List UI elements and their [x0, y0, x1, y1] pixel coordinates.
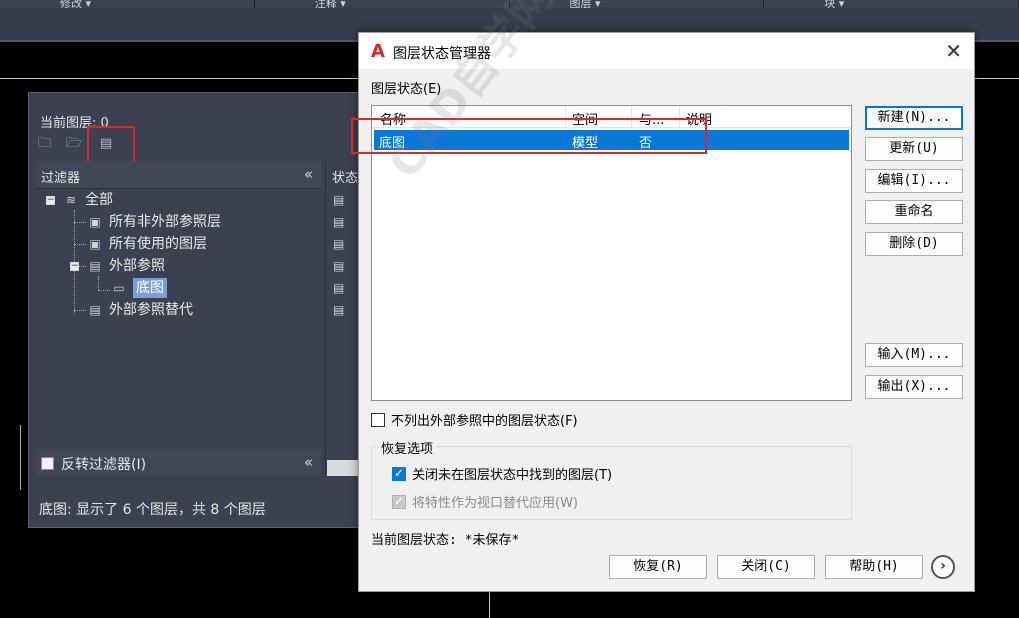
xref-drawing-icon: ▭ [113, 281, 125, 295]
ribbon-panel-block[interactable]: 块 ▾ [764, 0, 1019, 8]
current-layer-state: 当前图层状态: *未保存* [371, 533, 520, 548]
turn-off-not-found-option[interactable]: 关闭未在图层状态中找到的图层(T) [392, 464, 612, 483]
tree-item-used[interactable]: ▣ 所有使用的图层 [86, 234, 207, 254]
ribbon-panel-modify[interactable]: 修改 ▾ [0, 0, 255, 8]
xref-filter-icon: ▤ [89, 259, 101, 273]
dialog-title: 图层状态管理器 [393, 46, 491, 62]
tree-item-xref-override[interactable]: ▤ 外部参照替代 [86, 300, 193, 320]
filter-folder-icon: ▣ [89, 215, 101, 229]
help-button[interactable]: 帮助(H) [825, 555, 923, 579]
import-button[interactable]: 输入(M)... [865, 343, 963, 367]
more-options-icon[interactable]: › [931, 555, 955, 579]
turn-off-not-found-label: 关闭未在图层状态中找到的图层(T) [412, 468, 613, 483]
invert-filter-label: 反转过滤器(I) [61, 457, 147, 473]
restore-options-group: 恢复选项 关闭未在图层状态中找到的图层(T) 将特性作为视口替代应用(W) [371, 438, 852, 520]
layer-states-manager-dialog: A 图层状态管理器 ✕ 图层状态(E) 名称 空间 与... 说明 底图 模型 … [351, 32, 975, 592]
tree-item-xref-label: 外部参照 [109, 258, 165, 274]
tree-connector [98, 276, 99, 290]
filter-header-label: 过滤器 [41, 171, 81, 186]
invert-filter-checkbox[interactable] [41, 457, 54, 470]
drawing-line [489, 590, 490, 618]
filter-header: 过滤器 « [36, 161, 321, 189]
layer-status-icon: ▤ [333, 303, 345, 317]
dialog-titlebar: A 图层状态管理器 ✕ [359, 33, 974, 69]
tree-connector [74, 244, 86, 245]
drawing-line [20, 425, 21, 490]
export-button[interactable]: 输出(X)... [865, 375, 963, 399]
tree-item-xref[interactable]: ▤ 外部参照 [86, 256, 165, 276]
new-button[interactable]: 新建(N)... [865, 106, 963, 130]
tree-item-xref-child[interactable]: ▭ 底图 [110, 278, 167, 298]
ribbon-panel-layers[interactable]: 图层 ▾ [510, 0, 765, 8]
turn-off-not-found-checkbox[interactable] [392, 466, 406, 481]
delete-button[interactable]: 删除(D) [865, 232, 963, 256]
close-icon[interactable]: ✕ [945, 39, 962, 63]
filter-folder-icon: ▣ [89, 237, 101, 251]
new-property-filter-icon[interactable]: 🗀 [38, 137, 56, 151]
tree-collapse-all-toggle[interactable]: − [46, 196, 55, 205]
layer-properties-palette: 当前图层: 0 🗀 🗁 ▤ 过滤器 « − ≋ 全部 ▣ 所有非外部参照层 ▣ … [28, 92, 369, 528]
tree-collapse-xref-toggle[interactable]: − [70, 262, 79, 271]
restore-button[interactable]: 恢复(R) [609, 555, 707, 579]
layer-status-icon: ▤ [333, 193, 345, 207]
filter-tree: − ≋ 全部 ▣ 所有非外部参照层 ▣ 所有使用的图层 − ▤ 外部参照 ▭ 底… [36, 190, 321, 446]
restore-options-title: 恢复选项 [378, 438, 437, 457]
invert-filter-row: 反转过滤器(I) « [36, 449, 321, 477]
tree-connector [98, 290, 110, 291]
layer-status-icon: ▤ [333, 237, 345, 251]
layer-status-icon: ▤ [333, 281, 345, 295]
dont-list-xref-option[interactable]: 不列出外部参照中的图层状态(F) [371, 410, 578, 429]
highlight-box-row [351, 118, 707, 154]
tree-item-all-label: 全部 [85, 192, 113, 208]
autocad-logo-icon: A [371, 41, 385, 62]
close-button[interactable]: 关闭(C) [717, 555, 815, 579]
viewport-override-option: 将特性作为视口替代应用(W) [392, 492, 578, 511]
ribbon-panel-annotate[interactable]: 注释 ▾ [255, 0, 510, 8]
viewport-override-checkbox [392, 494, 406, 509]
tree-item-used-label: 所有使用的图层 [109, 236, 207, 252]
collapse-filter-icon[interactable]: « [304, 165, 313, 183]
ribbon-panel-titles: 修改 ▾ 注释 ▾ 图层 ▾ 块 ▾ [0, 0, 1019, 8]
rename-button[interactable]: 重命名 [865, 200, 963, 224]
dont-list-xref-checkbox[interactable] [371, 412, 385, 427]
viewport-override-label: 将特性作为视口替代应用(W) [412, 496, 578, 511]
layers-stack-icon: ≋ [65, 193, 77, 207]
update-button[interactable]: 更新(U) [865, 137, 963, 161]
new-group-filter-icon[interactable]: 🗁 [66, 137, 84, 151]
layer-status-icon: ▤ [333, 259, 345, 273]
layer-states-label: 图层状态(E) [371, 82, 442, 97]
collapse-filter-icon[interactable]: « [304, 453, 313, 471]
status-header: 状态 [332, 171, 359, 186]
tree-connector [74, 222, 86, 223]
layer-status-icon: ▤ [333, 215, 345, 229]
tree-connector [74, 310, 86, 311]
dont-list-xref-label: 不列出外部参照中的图层状态(F) [391, 414, 578, 429]
tree-item-non-xref-label: 所有非外部参照层 [109, 214, 221, 230]
tree-item-non-xref[interactable]: ▣ 所有非外部参照层 [86, 212, 221, 232]
tree-item-xref-override-label: 外部参照替代 [109, 302, 193, 318]
edit-button[interactable]: 编辑(I)... [865, 169, 963, 193]
xref-override-icon: ▤ [89, 303, 101, 317]
layer-count-status: 底图: 显示了 6 个图层，共 8 个图层 [39, 502, 266, 518]
tree-item-all[interactable]: ≋ 全部 [62, 190, 113, 210]
tree-item-xref-child-label: 底图 [133, 278, 167, 298]
